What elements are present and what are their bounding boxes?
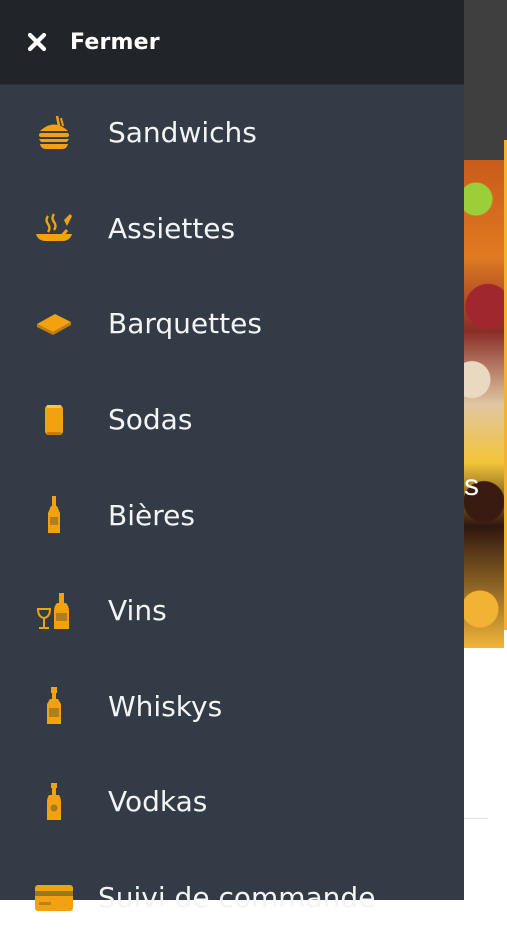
burger-icon [34,113,74,153]
background-header [464,0,507,160]
close-drawer-button[interactable]: Fermer [0,0,464,85]
menu-item-vins[interactable]: Vins [0,563,464,659]
menu-item-label: Bières [108,498,195,532]
hero-image [464,160,504,648]
menu-item-label: Vodkas [108,785,208,819]
menu-item-sodas[interactable]: Sodas [0,372,464,468]
close-icon [27,32,47,52]
menu-item-label: Assiettes [108,211,236,245]
menu-item-suivi-de-commande[interactable]: Suivi de commande [0,850,464,945]
vodka-bottle-icon [34,782,74,822]
side-drawer: Fermer Sandwichs Assiettes Barquettes So… [0,0,464,914]
close-label: Fermer [70,29,160,55]
menu-item-label: Whiskys [108,689,223,723]
wine-icon [34,591,74,631]
hot-plate-icon [34,208,74,248]
menu-item-label: Sandwichs [108,116,257,150]
menu-item-barquettes[interactable]: Barquettes [0,276,464,372]
menu-item-label: Suivi de commande [98,881,376,915]
category-menu: Sandwichs Assiettes Barquettes Sodas Biè… [0,85,464,945]
divider [464,818,488,819]
hero-text-fragment: s [464,469,479,502]
tray-icon [34,304,74,344]
menu-item-label: Barquettes [108,307,262,341]
menu-item-label: Sodas [108,403,193,437]
menu-item-label: Vins [108,594,167,628]
menu-item-vodkas[interactable]: Vodkas [0,754,464,850]
menu-item-whiskys[interactable]: Whiskys [0,659,464,755]
menu-item-bieres[interactable]: Bières [0,467,464,563]
can-icon [34,400,74,440]
credit-card-icon [34,878,74,918]
menu-item-assiettes[interactable]: Assiettes [0,181,464,277]
whisky-bottle-icon [34,686,74,726]
menu-item-sandwichs[interactable]: Sandwichs [0,85,464,181]
beer-bottle-icon [34,495,74,535]
